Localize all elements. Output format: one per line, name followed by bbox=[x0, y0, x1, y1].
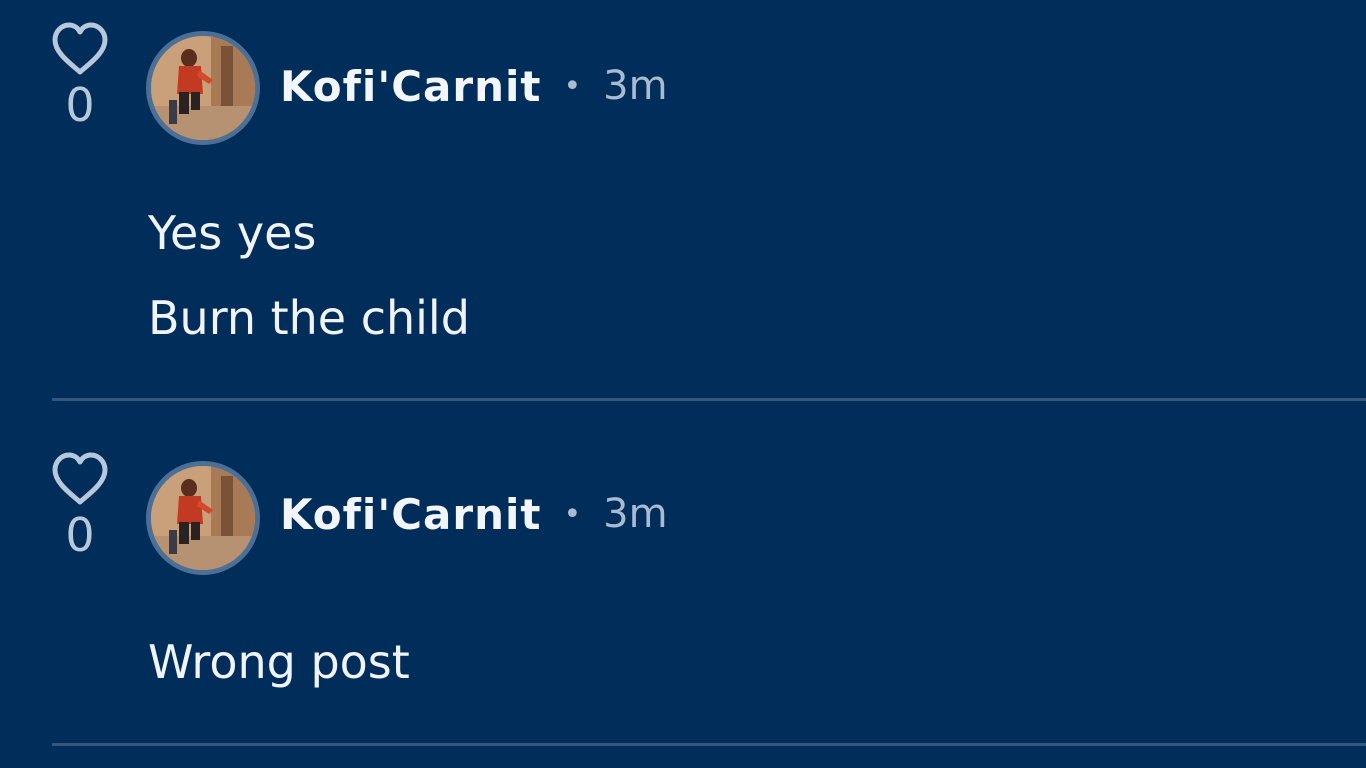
comment-meta: Kofi'Carnit • 3m bbox=[280, 56, 668, 116]
author-name[interactable]: Kofi'Carnit bbox=[280, 62, 541, 111]
author-name[interactable]: Kofi'Carnit bbox=[280, 490, 541, 539]
avatar-image bbox=[151, 466, 255, 570]
comment-text-line: Burn the child bbox=[148, 291, 470, 345]
comment-time[interactable]: 3m bbox=[603, 63, 667, 109]
meta-separator: • bbox=[563, 496, 582, 532]
like-control[interactable]: 0 bbox=[50, 22, 110, 128]
comment-text-line: Wrong post bbox=[148, 635, 410, 689]
comment-text-line: Yes yes bbox=[148, 206, 317, 260]
comment-time[interactable]: 3m bbox=[603, 491, 667, 537]
meta-separator: • bbox=[563, 68, 582, 104]
avatar[interactable] bbox=[146, 31, 260, 145]
avatar-image bbox=[151, 36, 255, 140]
comment-divider bbox=[52, 743, 1366, 746]
avatar[interactable] bbox=[146, 461, 260, 575]
comment-item: 0 Kofi'Carnit • 3m Yes yes Burn the chil… bbox=[0, 0, 1366, 402]
like-control[interactable]: 0 bbox=[50, 452, 110, 558]
heart-outline-icon[interactable] bbox=[51, 22, 109, 76]
heart-outline-icon[interactable] bbox=[51, 452, 109, 506]
comment-meta: Kofi'Carnit • 3m bbox=[280, 484, 668, 544]
like-count: 0 bbox=[65, 508, 95, 562]
comment-item: 0 Kofi'Carnit • 3m Wrong post bbox=[0, 402, 1366, 768]
comment-divider bbox=[52, 398, 1366, 401]
like-count: 0 bbox=[65, 78, 95, 132]
